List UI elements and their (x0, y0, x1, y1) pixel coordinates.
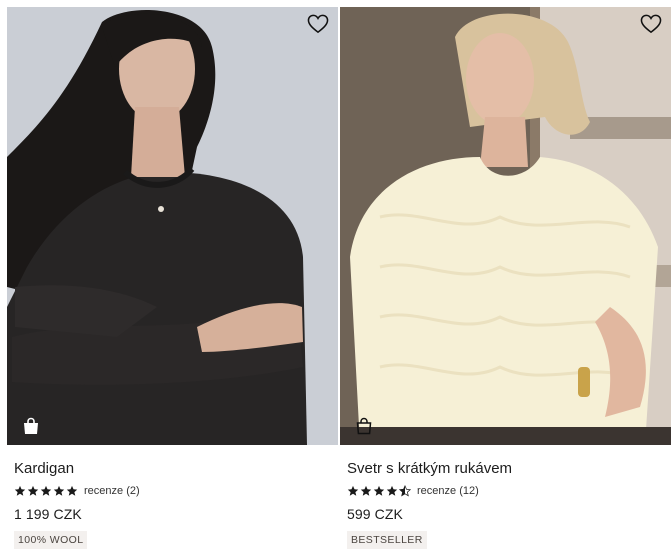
reviews-link[interactable]: recenze (12) (417, 485, 479, 497)
product-title[interactable]: Svetr s krátkým rukávem (347, 460, 671, 478)
heart-icon (640, 14, 662, 34)
star-icon (66, 485, 78, 496)
star-icon (386, 485, 398, 496)
star-icon (14, 485, 26, 496)
heart-icon (307, 14, 329, 34)
product-badge: BESTSELLER (347, 531, 427, 549)
star-rating (14, 485, 78, 497)
star-icon (53, 485, 65, 496)
favorite-button[interactable] (306, 13, 330, 35)
star-icon (360, 485, 372, 496)
add-to-bag-button[interactable] (353, 415, 375, 437)
product-price: 1 199 CZK (14, 506, 82, 522)
product-card[interactable]: Kardigan recenze (2) 1 199 CZK 100% WOOL (7, 7, 338, 549)
product-rating: recenze (2) (14, 484, 338, 498)
star-icon (40, 485, 52, 496)
product-card[interactable]: Svetr s krátkým rukávem recenze (12) 599… (340, 7, 671, 549)
reviews-link[interactable]: recenze (2) (84, 485, 140, 497)
add-to-bag-button[interactable] (20, 415, 42, 437)
star-icon (347, 485, 359, 496)
product-image[interactable] (340, 7, 671, 445)
product-price: 599 CZK (347, 506, 403, 522)
shopping-bag-icon (356, 417, 372, 435)
star-half-icon (399, 485, 411, 497)
star-icon (27, 485, 39, 496)
shopping-bag-icon (24, 417, 38, 434)
product-rating: recenze (12) (347, 484, 671, 498)
star-icon (373, 485, 385, 496)
product-badge: 100% WOOL (14, 531, 88, 549)
product-image[interactable] (7, 7, 338, 445)
favorite-button[interactable] (639, 13, 663, 35)
star-rating (347, 485, 411, 497)
product-title[interactable]: Kardigan (14, 460, 338, 478)
product-grid: Kardigan recenze (2) 1 199 CZK 100% WOOL (0, 0, 672, 560)
